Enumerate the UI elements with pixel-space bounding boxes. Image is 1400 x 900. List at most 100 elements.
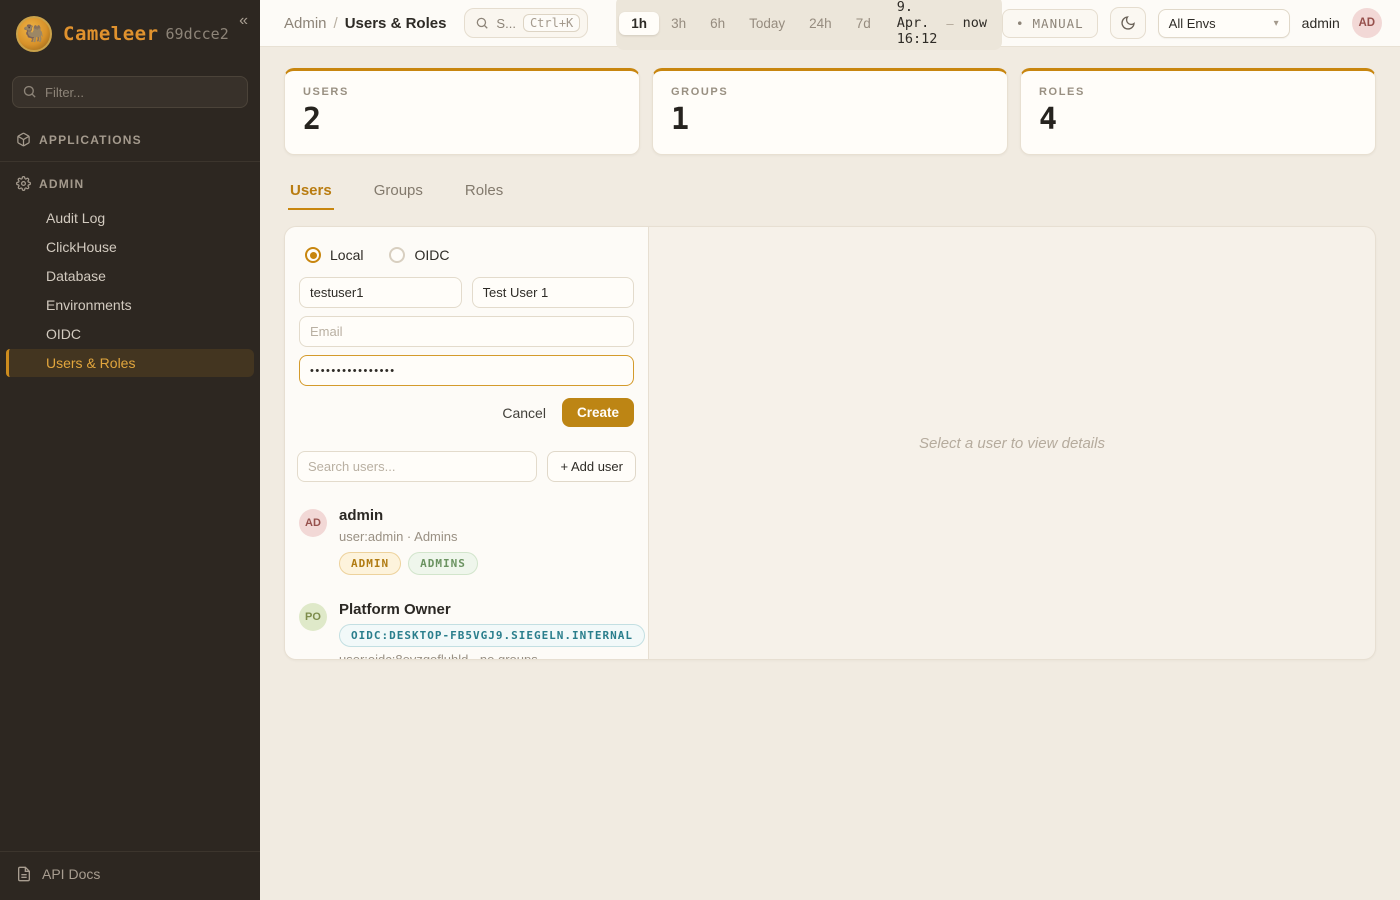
sidebar-item-oidc[interactable]: OIDC (6, 320, 254, 348)
main-content: USERS 2 GROUPS 1 ROLES 4 Users Groups Ro… (260, 47, 1400, 900)
top-header: Admin / Users & Roles S... Ctrl+K 1h 3h … (260, 0, 1400, 47)
name-fields (299, 277, 634, 308)
api-docs-label: API Docs (42, 866, 100, 882)
form-actions: Cancel Create (299, 398, 634, 427)
username-field[interactable] (299, 277, 462, 308)
shortcut-badge: Ctrl+K (523, 14, 580, 32)
admin-menu: Audit Log ClickHouse Database Environmen… (0, 201, 260, 378)
user-name: admin (339, 507, 478, 524)
avatar: PO (299, 603, 327, 631)
time-range-control: 1h 3h 6h Today 24h 7d 9. Apr. 16:12 – no… (616, 0, 1002, 50)
stat-label: ROLES (1039, 86, 1357, 98)
status-dot: • (1016, 16, 1025, 31)
radio-selected-icon (305, 247, 321, 263)
sidebar-item-audit-log[interactable]: Audit Log (6, 204, 254, 232)
user-detail-panel: Select a user to view details (649, 227, 1375, 659)
section-applications[interactable]: APPLICATIONS (0, 122, 260, 157)
search-placeholder-text: S... (496, 16, 516, 31)
user-row-content: Platform Owner OIDC:DESKTOP-FB5VGJ9.SIEG… (339, 601, 645, 660)
create-button[interactable]: Create (562, 398, 634, 427)
display-name-field[interactable] (472, 277, 635, 308)
tab-groups[interactable]: Groups (372, 176, 425, 210)
api-docs-link[interactable]: API Docs (0, 851, 260, 900)
user-name: Platform Owner (339, 601, 645, 618)
group-badge-admins: ADMINS (408, 552, 478, 575)
stat-value: 4 (1039, 102, 1357, 137)
stat-label: USERS (303, 86, 621, 98)
users-column: Local OIDC Can (285, 227, 649, 659)
filter-input[interactable] (12, 76, 248, 108)
time-range-6h[interactable]: 6h (698, 12, 737, 35)
user-avatar[interactable]: AD (1352, 8, 1382, 38)
environment-select[interactable]: All Envs ▾ (1158, 9, 1290, 38)
tab-roles[interactable]: Roles (463, 176, 505, 210)
sidebar-item-database[interactable]: Database (6, 262, 254, 290)
password-field-row (299, 355, 634, 386)
create-user-form: Local OIDC Can (285, 227, 648, 439)
app-version: 69dcce2 (166, 25, 229, 43)
time-display-end: now (963, 15, 987, 31)
tab-users[interactable]: Users (288, 176, 334, 210)
stat-card-users: USERS 2 (284, 68, 640, 155)
user-row-content: admin user:admin · Admins ADMIN ADMINS (339, 507, 478, 575)
brand: Cameleer 69dcce2 « (0, 0, 260, 66)
header-actions: • MANUAL All Envs ▾ admin AD (1002, 7, 1382, 39)
section-applications-label: APPLICATIONS (39, 133, 142, 147)
user-row-admin[interactable]: AD admin user:admin · Admins ADMIN ADMIN… (285, 494, 648, 588)
user-meta: user:oidc:8evzqofluhld · no groups (339, 652, 645, 660)
tabs: Users Groups Roles (284, 176, 1376, 210)
sidebar-collapse-icon[interactable]: « (239, 12, 248, 30)
stat-value: 2 (303, 102, 621, 137)
radio-oidc[interactable]: OIDC (389, 247, 449, 263)
chevron-down-icon: ▾ (1274, 18, 1279, 29)
time-range-1h[interactable]: 1h (619, 12, 659, 35)
sidebar: Cameleer 69dcce2 « APPLICATIONS ADMIN Au… (0, 0, 260, 900)
breadcrumb-separator: / (334, 15, 338, 32)
breadcrumb-parent[interactable]: Admin (284, 15, 327, 32)
time-display[interactable]: 9. Apr. 16:12 – now (883, 0, 999, 47)
manual-refresh-button[interactable]: • MANUAL (1002, 9, 1098, 38)
cube-icon (16, 132, 31, 147)
dark-mode-toggle[interactable] (1110, 7, 1146, 39)
time-range-today[interactable]: Today (737, 12, 797, 35)
password-field[interactable] (299, 355, 634, 386)
time-range-3h[interactable]: 3h (659, 12, 698, 35)
oidc-provider-badge: OIDC:DESKTOP-FB5VGJ9.SIEGELN.INTERNAL (339, 624, 645, 647)
avatar: AD (299, 509, 327, 537)
time-display-separator: – (946, 16, 953, 31)
stats-row: USERS 2 GROUPS 1 ROLES 4 (284, 68, 1376, 155)
stat-card-roles: ROLES 4 (1020, 68, 1376, 155)
manual-label: MANUAL (1033, 16, 1084, 31)
user-meta: user:admin · Admins (339, 529, 478, 544)
sidebar-filter (12, 76, 248, 108)
email-field[interactable] (299, 316, 634, 347)
search-users-input[interactable] (297, 451, 537, 482)
radio-local-label: Local (330, 247, 363, 263)
sidebar-item-users-roles[interactable]: Users & Roles (6, 349, 254, 377)
role-badge-admin: ADMIN (339, 552, 401, 575)
time-range-7d[interactable]: 7d (844, 12, 883, 35)
time-range-24h[interactable]: 24h (797, 12, 844, 35)
app-name: Cameleer (63, 23, 159, 45)
user-search-row: + Add user (285, 439, 648, 494)
stat-value: 1 (671, 102, 989, 137)
section-admin-label: ADMIN (39, 177, 84, 191)
stat-label: GROUPS (671, 86, 989, 98)
add-user-button[interactable]: + Add user (547, 451, 636, 482)
sidebar-item-clickhouse[interactable]: ClickHouse (6, 233, 254, 261)
stat-card-groups: GROUPS 1 (652, 68, 1008, 155)
cancel-button[interactable]: Cancel (502, 405, 546, 421)
radio-unselected-icon (389, 247, 405, 263)
radio-local[interactable]: Local (305, 247, 363, 263)
global-search-button[interactable]: S... Ctrl+K (464, 8, 588, 38)
user-row-platform-owner[interactable]: PO Platform Owner OIDC:DESKTOP-FB5VGJ9.S… (285, 588, 648, 660)
search-icon (475, 16, 489, 30)
sidebar-item-environments[interactable]: Environments (6, 291, 254, 319)
gear-icon (16, 176, 31, 191)
breadcrumb: Admin / Users & Roles (284, 15, 446, 32)
time-display-start: 9. Apr. 16:12 (897, 0, 938, 47)
section-admin[interactable]: ADMIN (0, 166, 260, 201)
users-panel: Local OIDC Can (284, 226, 1376, 660)
badge-row: ADMIN ADMINS (339, 552, 478, 575)
auth-type-options: Local OIDC (305, 247, 632, 263)
